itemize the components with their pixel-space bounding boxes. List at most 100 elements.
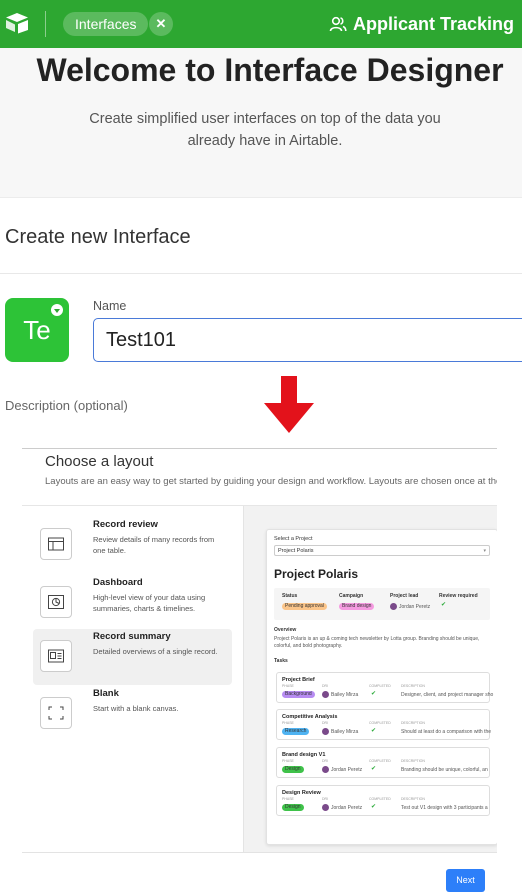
task-title: Competitive Analysis: [282, 714, 338, 720]
avatar: [322, 728, 329, 735]
layout-picker-subtitle: Layouts are an easy way to get started b…: [45, 476, 497, 487]
welcome-hero: Welcome to Interface Designer Create sim…: [0, 48, 522, 198]
task-description: Branding should be unique, colorful, an: [401, 767, 488, 773]
record-summary-icon: [48, 649, 64, 663]
user-group-icon: [329, 16, 347, 32]
task-description: Test out V1 design with 3 participants a: [401, 805, 488, 811]
task-description: Should at least do a comparison with the: [401, 729, 492, 735]
option-title: Record summary: [93, 631, 171, 642]
description-label: Description (optional): [5, 398, 128, 413]
option-desc: Review details of many records from one …: [93, 535, 215, 555]
layout-preview-pane: Select a Project Project Polaris Project…: [243, 506, 497, 852]
option-desc: Detailed overviews of a single record.: [93, 647, 218, 656]
task-phase-tag: Background: [282, 691, 315, 698]
preview-task-card: Project Brief PHASE Background DRI Baile…: [276, 672, 494, 703]
task-col-description: DESCRIPTION: [401, 684, 425, 688]
preview-task-card: Design Review PHASE Design DRI Jordan Pe…: [276, 785, 490, 816]
avatar: [322, 691, 329, 698]
section-divider: [0, 273, 522, 274]
close-icon[interactable]: ✕: [149, 12, 173, 36]
option-desc: Start with a blank canvas.: [93, 704, 179, 713]
preview-title: Project Polaris: [274, 567, 359, 581]
record-review-icon: [48, 537, 64, 551]
check-icon: ✔: [371, 766, 377, 772]
top-bar: Interfaces ✕ Applicant Tracking: [0, 0, 522, 48]
task-col-phase: PHASE: [282, 721, 294, 725]
check-icon: ✔: [441, 602, 447, 608]
dashboard-icon: [48, 595, 64, 609]
blank-icon: [48, 706, 64, 720]
preview-campaign-label: Campaign: [339, 593, 364, 599]
preview-campaign-tag: Brand design: [339, 603, 375, 610]
task-col-dri: DRI: [322, 684, 329, 688]
task-col-phase: PHASE: [282, 797, 294, 801]
task-col-description: DESCRIPTION: [401, 797, 425, 801]
name-input[interactable]: Test101: [93, 318, 522, 362]
task-col-description: DESCRIPTION: [401, 759, 425, 763]
option-title: Blank: [93, 688, 119, 699]
layout-option-record-review[interactable]: Record review Review details of many rec…: [33, 517, 232, 573]
preview-select-label: Select a Project: [274, 536, 313, 542]
create-interface-heading: Create new Interface: [5, 226, 191, 248]
task-col-completed: COMPLETED: [369, 759, 391, 763]
check-icon: ✔: [371, 804, 377, 810]
avatar: [322, 766, 329, 773]
airtable-logo-icon[interactable]: [5, 12, 29, 34]
chevron-down-icon[interactable]: [49, 302, 65, 318]
task-col-dri: DRI: [322, 721, 329, 725]
preview-task-card: Competitive Analysis PHASE Research DRI …: [276, 709, 492, 740]
base-title[interactable]: Applicant Tracking: [329, 12, 514, 36]
down-arrow-icon: [264, 376, 314, 433]
page-title: Welcome to Interface Designer: [36, 52, 504, 88]
task-col-completed: COMPLETED: [369, 797, 391, 801]
preview-lead-value: Jordan Peretz: [399, 604, 431, 610]
task-phase-tag: Design: [282, 804, 304, 811]
task-title: Design Review: [282, 790, 321, 796]
task-phase-tag: Design: [282, 766, 304, 773]
task-col-phase: PHASE: [282, 684, 294, 688]
preview-status-label: Status: [282, 593, 298, 599]
task-col-description: DESCRIPTION: [401, 721, 425, 725]
task-col-dri: DRI: [322, 759, 329, 763]
check-icon: ✔: [371, 691, 377, 697]
task-col-completed: COMPLETED: [369, 684, 391, 688]
layout-picker: Choose a layout Layouts are an easy way …: [22, 448, 497, 892]
preview-overview-label: Overview: [274, 627, 297, 633]
check-icon: ✔: [371, 728, 377, 734]
name-label: Name: [93, 299, 127, 313]
page-subtitle: Create simplified user interfaces on top…: [89, 111, 441, 149]
preview-fields: Status Pending approval Campaign Brand d…: [274, 588, 490, 620]
task-dri: Jordan Peretz: [331, 805, 363, 811]
layout-picker-footer-divider: [22, 852, 497, 853]
layout-option-dashboard[interactable]: Dashboard High-level view of your data u…: [33, 575, 232, 631]
option-desc: High-level view of your data using summa…: [93, 593, 206, 613]
task-dri: Jordan Peretz: [331, 767, 363, 773]
layout-option-record-summary[interactable]: Record summary Detailed overviews of a s…: [33, 629, 232, 685]
task-col-phase: PHASE: [282, 759, 294, 763]
layout-preview: Select a Project Project Polaris Project…: [266, 529, 497, 845]
task-title: Brand design V1: [282, 752, 326, 758]
avatar: [322, 804, 329, 811]
task-col-dri: DRI: [322, 797, 329, 801]
layout-picker-title: Choose a layout: [45, 453, 154, 470]
task-description: Designer, client, and project manager sh…: [401, 692, 494, 698]
preview-status-tag: Pending approval: [282, 603, 327, 610]
task-dri: Bailey Mirza: [331, 692, 359, 698]
layout-options: Record review Review details of many rec…: [22, 506, 243, 852]
layout-option-blank[interactable]: Blank Start with a blank canvas.: [33, 686, 232, 742]
interfaces-tab[interactable]: Interfaces: [63, 12, 149, 36]
option-title: Dashboard: [93, 577, 143, 588]
task-dri: Bailey Mirza: [331, 729, 359, 735]
task-phase-tag: Research: [282, 728, 310, 735]
preview-tasks-label: Tasks: [274, 658, 288, 664]
task-title: Project Brief: [282, 677, 315, 683]
next-button[interactable]: Next: [446, 869, 485, 892]
preview-task-card: Brand design V1 PHASE Design DRI Jordan …: [276, 747, 490, 778]
base-name: Applicant Tracking: [352, 13, 514, 34]
option-title: Record review: [93, 519, 158, 530]
topbar-divider: [45, 11, 46, 37]
preview-lead-label: Project lead: [390, 593, 419, 599]
preview-review-label: Review required: [439, 593, 478, 599]
preview-project-select: Project Polaris: [274, 545, 490, 556]
preview-overview-text: Project Polaris is an up & coming tech n…: [274, 636, 480, 649]
